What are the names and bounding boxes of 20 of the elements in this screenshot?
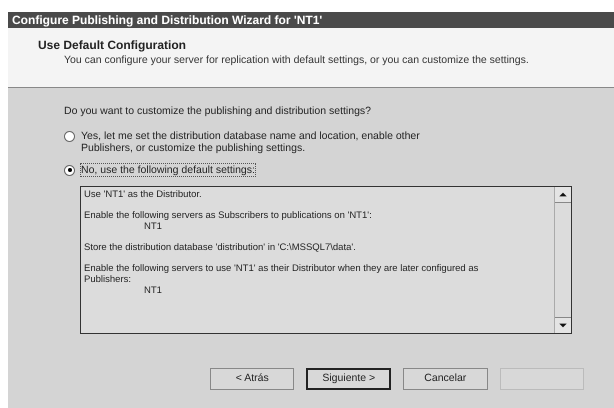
window-title: Configure Publishing and Distribution Wizard for 'NT1' (12, 14, 322, 26)
option-label[interactable]: Yes, let me set the distribution database name and location, enable other Publishers, or customize the publishing settings. (81, 130, 461, 154)
scrollbar[interactable] (554, 186, 571, 333)
settings-text: Enable the following servers to use 'NT1' as their Distributor when they are later configured as Publishers: (84, 262, 480, 285)
server-name: NT1 (143, 220, 163, 232)
dialog-button[interactable]: Siguiente > (306, 368, 392, 390)
radio-button[interactable] (64, 130, 75, 142)
option-label[interactable]: No, use the following default settings: (81, 164, 255, 176)
radio-button[interactable] (64, 164, 75, 176)
server-name: NT1 (143, 284, 163, 296)
scroll-up-icon[interactable] (555, 186, 571, 203)
settings-text: Use 'NT1' as the Distributor. (84, 188, 203, 200)
dialog-button[interactable]: < Atrás (210, 368, 294, 390)
settings-text: Store the distribution database 'distribution' in 'C:\MSSQL7\data'. (84, 242, 357, 253)
header-title: Use Default Configuration (38, 37, 188, 54)
question-text: Do you want to customize the publishing and distribution settings? (64, 104, 372, 119)
dialog-button[interactable]: Cancelar (403, 368, 488, 390)
header-description: You can configure your server for replication with default settings, or you can customize the settings. (63, 54, 530, 67)
settings-text: Enable the following servers as Subscribers to publications on 'NT1': (84, 210, 373, 221)
scroll-down-icon[interactable] (555, 316, 571, 333)
